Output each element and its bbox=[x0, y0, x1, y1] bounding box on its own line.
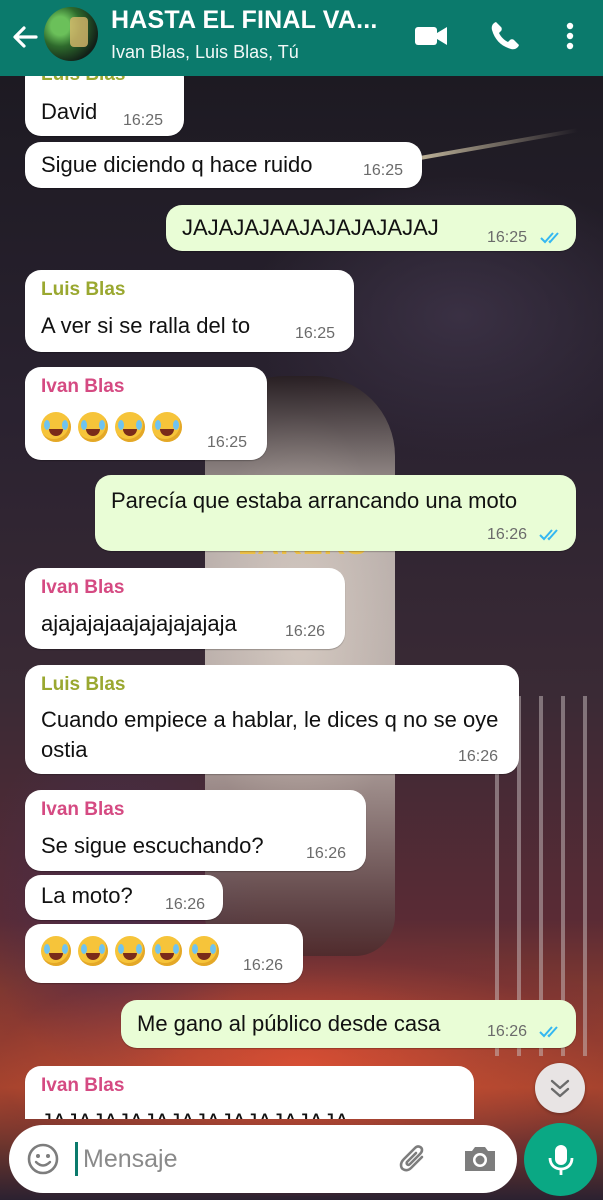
group-title[interactable]: HASTA EL FINAL VA... bbox=[111, 6, 378, 35]
message-sender: Ivan Blas bbox=[41, 376, 125, 397]
message-emojis bbox=[41, 936, 226, 966]
camera-icon[interactable] bbox=[461, 1141, 499, 1177]
message-text: La moto? bbox=[41, 883, 133, 908]
message-time: 16:26 bbox=[487, 1023, 528, 1040]
group-participants[interactable]: Ivan Blas, Luis Blas, Tú bbox=[111, 42, 299, 63]
rolling-laughing-emoji-icon bbox=[115, 936, 145, 966]
message-sender: Ivan Blas bbox=[41, 1075, 125, 1096]
message-sender: Ivan Blas bbox=[41, 577, 125, 598]
message-outgoing[interactable]: Me gano al público desde casa 16:26 bbox=[121, 1000, 576, 1048]
message-time: 16:26 bbox=[487, 526, 528, 543]
message-incoming[interactable]: Ivan Blas JAJAJAJAJAJAJAJAJAJAJAJA bbox=[25, 1066, 474, 1119]
rolling-laughing-emoji-icon bbox=[41, 412, 71, 442]
message-time: 16:25 bbox=[487, 229, 528, 246]
message-sender: Ivan Blas bbox=[41, 799, 125, 820]
chat-header: HASTA EL FINAL VA... Ivan Blas, Luis Bla… bbox=[0, 0, 603, 76]
read-receipt-icon bbox=[539, 529, 558, 541]
message-text: Me gano al público desde casa bbox=[137, 1011, 441, 1036]
message-sender: Luis Blas bbox=[41, 279, 126, 300]
message-text: Cuando empiece a hablar, le dices q no s… bbox=[41, 707, 499, 762]
message-sender: Luis Blas bbox=[41, 76, 125, 86]
message-text: JAJAJAJAJAJAJAJAJAJAJAJA bbox=[41, 1109, 349, 1119]
message-incoming[interactable]: 16:26 bbox=[25, 924, 303, 983]
voice-message-button[interactable] bbox=[524, 1123, 597, 1196]
rolling-laughing-emoji-icon bbox=[152, 412, 182, 442]
rolling-laughing-emoji-icon bbox=[78, 412, 108, 442]
message-time: 16:26 bbox=[243, 957, 284, 974]
message-incoming[interactable]: Luis Blas David 16:25 bbox=[25, 76, 184, 136]
message-time: 16:26 bbox=[306, 845, 347, 862]
message-text: JAJAJAJAAJAJAJAJAJAJ bbox=[182, 215, 439, 240]
message-incoming[interactable]: Ivan Blas Se sigue escuchando? 16:26 bbox=[25, 790, 366, 871]
read-receipt-icon bbox=[539, 1026, 558, 1038]
scroll-to-bottom-button[interactable] bbox=[535, 1063, 585, 1113]
message-text: Se sigue escuchando? bbox=[41, 833, 264, 858]
message-emojis bbox=[41, 412, 189, 442]
rolling-laughing-emoji-icon bbox=[152, 936, 182, 966]
back-arrow-icon[interactable] bbox=[8, 20, 42, 54]
attach-icon[interactable] bbox=[395, 1141, 431, 1177]
message-text: David bbox=[41, 99, 98, 124]
message-list[interactable]: Luis Blas David 16:25 Sigue diciendo q h… bbox=[0, 76, 603, 1119]
double-chevron-down-icon bbox=[550, 1079, 570, 1098]
message-incoming[interactable]: La moto? 16:26 bbox=[25, 875, 223, 920]
video-call-icon[interactable] bbox=[413, 18, 449, 54]
message-text: Sigue diciendo q hace ruido bbox=[41, 152, 313, 177]
message-incoming[interactable]: Ivan Blas ajajajajaajajajajajaja 16:26 bbox=[25, 568, 345, 649]
message-time: 16:25 bbox=[295, 325, 336, 342]
message-time: 16:25 bbox=[207, 434, 248, 451]
message-time: 16:25 bbox=[363, 162, 404, 179]
message-text: A ver si se ralla del to bbox=[41, 313, 251, 338]
rolling-laughing-emoji-icon bbox=[78, 936, 108, 966]
message-incoming[interactable]: Luis Blas A ver si se ralla del to 16:25 bbox=[25, 270, 354, 352]
message-incoming[interactable]: Ivan Blas 16:25 bbox=[25, 367, 267, 460]
message-outgoing[interactable]: Parecía que estaba arrancando una moto 1… bbox=[95, 475, 576, 551]
emoji-icon[interactable] bbox=[25, 1141, 61, 1177]
message-time: 16:25 bbox=[123, 112, 164, 129]
message-time: 16:26 bbox=[165, 896, 206, 913]
read-receipt-icon bbox=[540, 232, 559, 244]
rolling-laughing-emoji-icon bbox=[189, 936, 219, 966]
message-time: 16:26 bbox=[458, 748, 499, 765]
message-outgoing[interactable]: JAJAJAJAAJAJAJAJAJAJ 16:25 bbox=[166, 205, 576, 251]
rolling-laughing-emoji-icon bbox=[41, 936, 71, 966]
microphone-icon bbox=[548, 1145, 574, 1175]
message-input[interactable] bbox=[77, 1137, 383, 1181]
message-incoming[interactable]: Luis Blas Cuando empiece a hablar, le di… bbox=[25, 665, 519, 774]
message-incoming[interactable]: Sigue diciendo q hace ruido 16:25 bbox=[25, 142, 422, 188]
message-text: Parecía que estaba arrancando una moto bbox=[111, 488, 518, 513]
message-sender: Luis Blas bbox=[41, 674, 126, 695]
group-avatar[interactable] bbox=[44, 7, 98, 61]
rolling-laughing-emoji-icon bbox=[115, 412, 145, 442]
message-text: ajajajajaajajajajajaja bbox=[41, 611, 237, 636]
more-options-icon[interactable] bbox=[552, 18, 588, 54]
message-time: 16:26 bbox=[285, 623, 326, 640]
voice-call-icon[interactable] bbox=[487, 18, 523, 54]
message-composer bbox=[9, 1125, 517, 1193]
